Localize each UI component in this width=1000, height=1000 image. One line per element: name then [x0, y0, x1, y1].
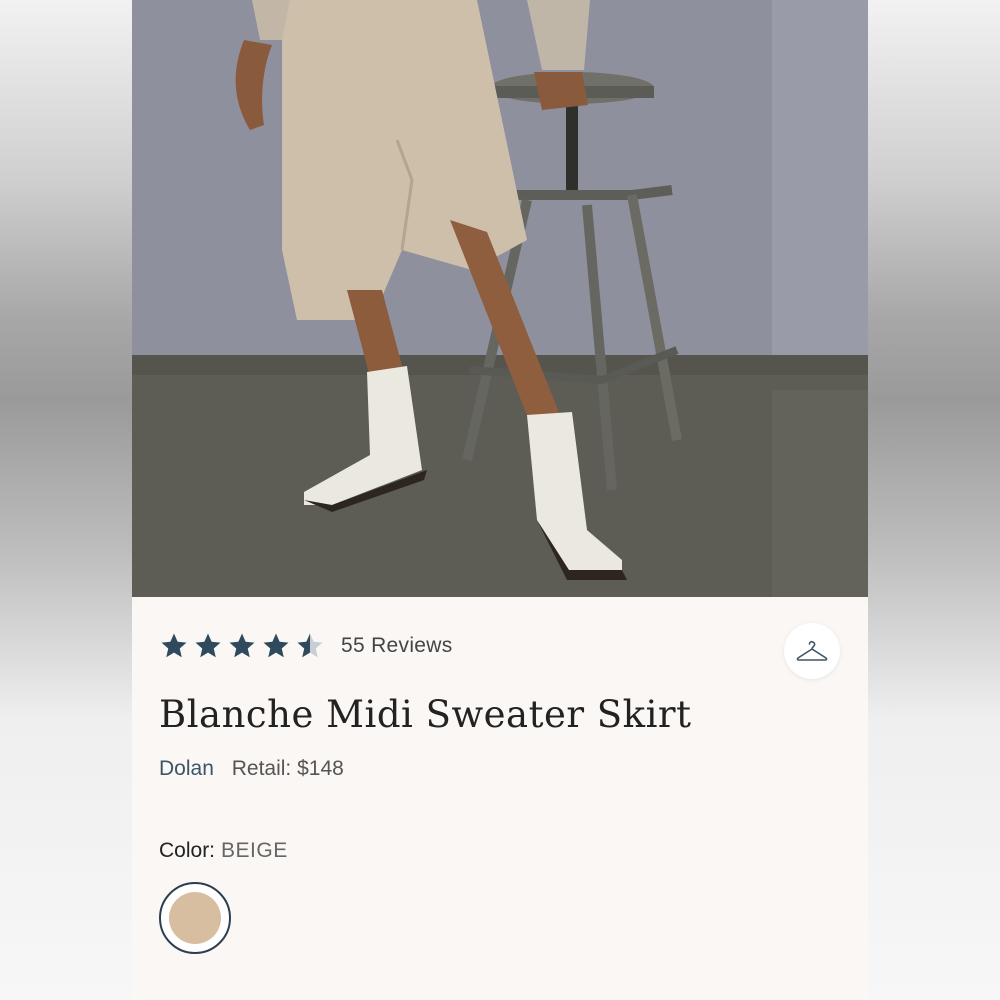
product-title: Blanche Midi Sweater Skirt	[159, 693, 692, 736]
reviews-count-link[interactable]: 55 Reviews	[341, 634, 453, 658]
retail-price-value: $148	[297, 757, 344, 780]
rating-row[interactable]: 55 Reviews	[159, 631, 453, 661]
product-card: 55 Reviews Blanche Midi Sweater Skirt Do…	[132, 0, 868, 1000]
hanger-icon	[796, 640, 828, 661]
star-icon	[161, 633, 187, 658]
left-blur-backdrop	[0, 0, 132, 1000]
star-icon	[229, 633, 255, 658]
retail-label: Retail:	[231, 757, 292, 780]
brand-link[interactable]: Dolan	[159, 757, 214, 780]
rating-stars	[159, 631, 329, 661]
half-star-icon	[297, 633, 323, 658]
product-meta: Dolan Retail: $148	[159, 757, 344, 781]
color-value: BEIGE	[221, 839, 288, 862]
product-photo[interactable]	[132, 0, 868, 597]
color-label: Color:	[159, 839, 216, 862]
color-row: Color: BEIGE	[159, 839, 288, 863]
star-icon	[263, 633, 289, 658]
color-swatch-selected[interactable]	[159, 882, 231, 954]
save-to-closet-button[interactable]	[784, 623, 840, 679]
right-blur-backdrop	[868, 0, 1000, 1000]
star-icon	[195, 633, 221, 658]
color-swatch-beige	[169, 892, 221, 944]
product-info: 55 Reviews Blanche Midi Sweater Skirt Do…	[132, 597, 868, 1000]
retail-price: Retail: $148	[232, 757, 344, 780]
